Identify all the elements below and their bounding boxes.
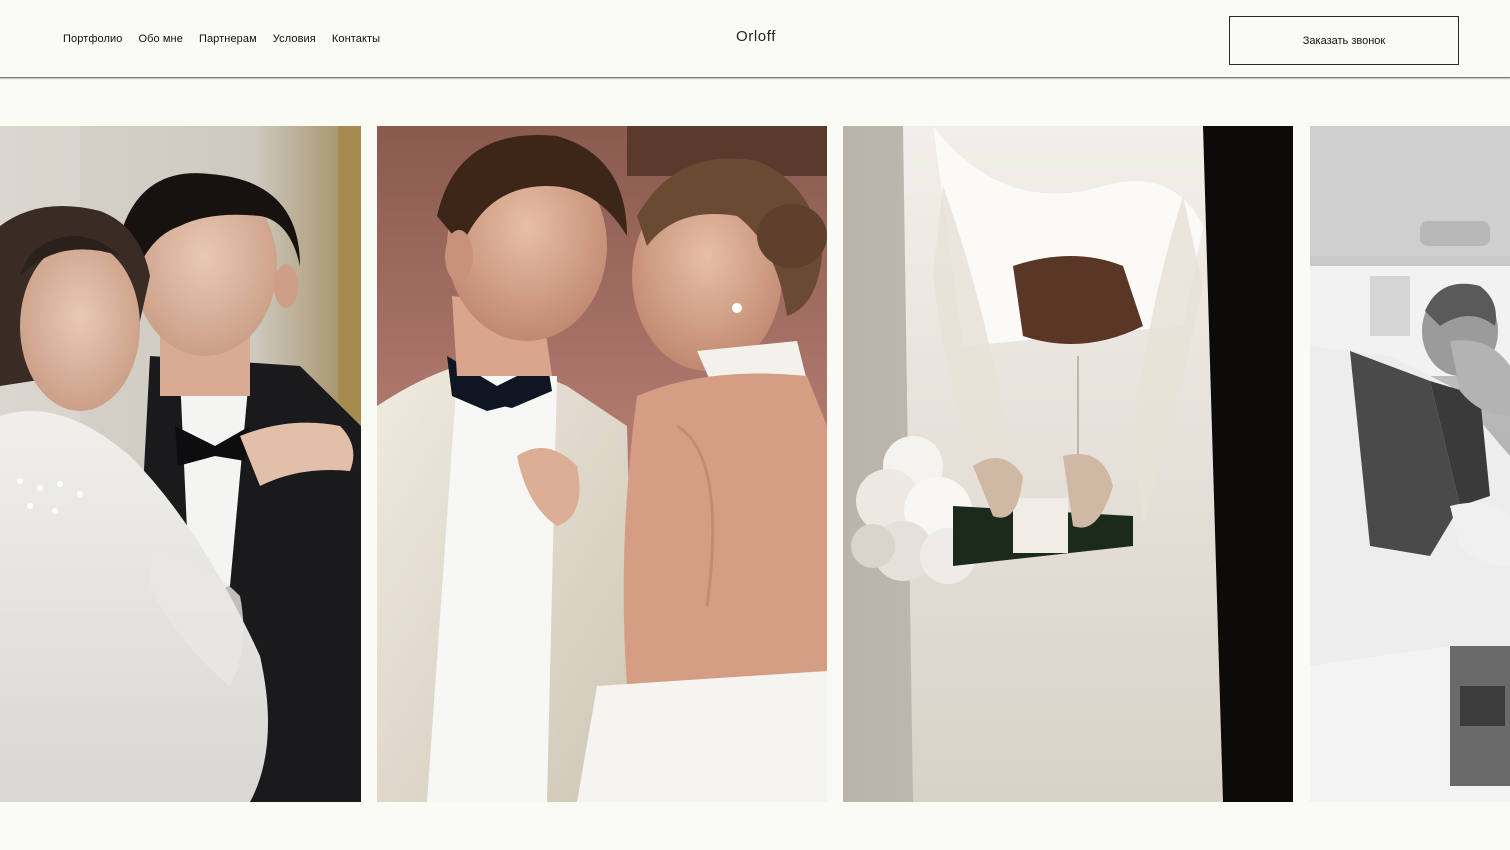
photo-car-bw-image xyxy=(1310,126,1510,802)
nav-item-contacts[interactable]: Контакты xyxy=(332,31,380,47)
gallery-photo-bridal-bouquet[interactable] xyxy=(843,126,1293,802)
photo-bridal-bouquet-image xyxy=(843,126,1293,802)
gallery-photo-car-bw[interactable] xyxy=(1310,126,1510,802)
site-header: Портфолио Обо мне Партнерам Условия Конт… xyxy=(0,0,1510,78)
gallery-photo-couple-embrace[interactable] xyxy=(377,126,827,802)
site-logo[interactable]: Orloff xyxy=(700,27,812,47)
order-call-button[interactable]: Заказать звонок xyxy=(1229,16,1459,65)
nav-item-about[interactable]: Обо мне xyxy=(138,31,183,47)
main-nav: Портфолио Обо мне Партнерам Условия Конт… xyxy=(63,31,396,47)
nav-item-terms[interactable]: Условия xyxy=(273,31,316,47)
gallery-photo-couple-smiling[interactable] xyxy=(0,126,361,802)
nav-item-portfolio[interactable]: Портфолио xyxy=(63,31,122,47)
nav-item-partners[interactable]: Партнерам xyxy=(199,31,257,47)
photo-gallery xyxy=(0,126,1510,802)
photo-couple-smiling-image xyxy=(0,126,361,802)
photo-couple-embrace-image xyxy=(377,126,827,802)
